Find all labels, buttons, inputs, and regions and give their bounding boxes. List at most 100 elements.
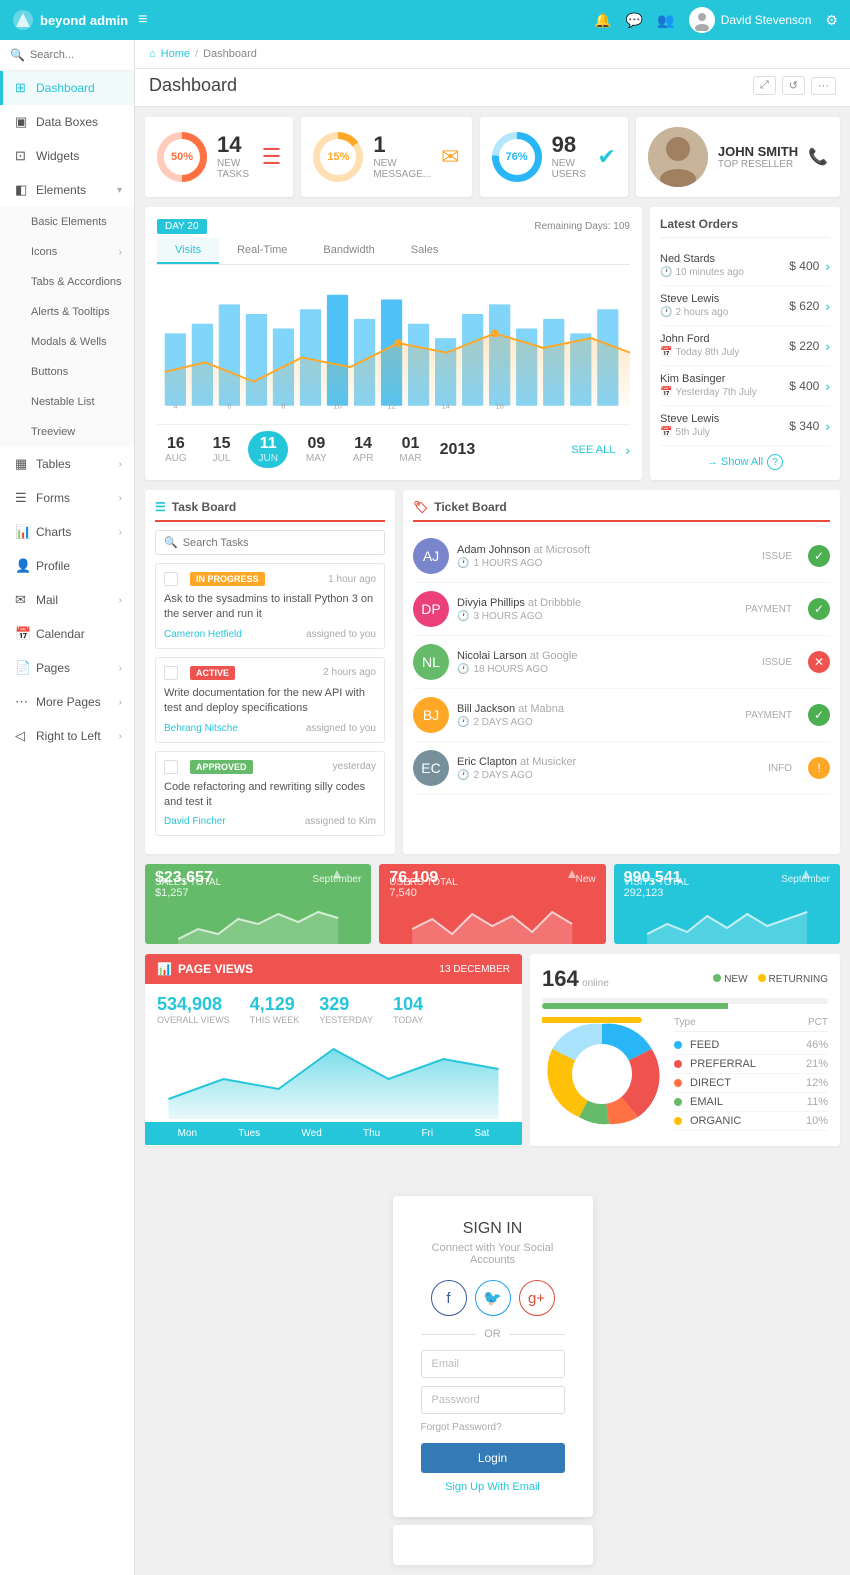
chart-date-aug[interactable]: 16 AUG (157, 433, 195, 466)
sidebar-item-icons[interactable]: Icons › (0, 237, 134, 267)
task-author-2: Behrang Nitsche (164, 723, 238, 734)
sidebar-item-elements[interactable]: ◧ Elements ▾ (0, 173, 134, 207)
stat-number-tasks: 14 (217, 134, 252, 156)
task-badge-2: ACTIVE (190, 666, 235, 680)
task-checkbox-3[interactable] (164, 760, 178, 774)
sidebar-item-dashboard[interactable]: ⊞ Dashboard (0, 71, 134, 105)
forgot-password-link[interactable]: Forgot Password? (421, 1422, 565, 1433)
email-input[interactable] (421, 1350, 565, 1378)
signin-title: SIGN IN (421, 1220, 565, 1238)
chart-date-jun[interactable]: 11 JUN (248, 431, 287, 468)
mini-stat-users: Users Total New 76,109 7,540 (379, 864, 605, 944)
sidebar-item-tables[interactable]: ▦ Tables › (0, 447, 134, 481)
sidebar-label-data-boxes: Data Boxes (36, 115, 98, 129)
chart-nav-arrow[interactable]: › (625, 442, 630, 458)
order-item-john: John Ford 📅 Today 8th July $ 220 › (660, 326, 830, 366)
tab-visits[interactable]: Visits (157, 238, 219, 264)
sidebar-item-more-pages[interactable]: ⋯ More Pages › (0, 685, 134, 719)
sidebar-item-forms[interactable]: ☰ Forms › (0, 481, 134, 515)
sidebar-item-widgets[interactable]: ⊡ Widgets (0, 139, 134, 173)
task-checkbox-1[interactable] (164, 572, 178, 586)
google-plus-btn[interactable]: g+ (519, 1280, 555, 1316)
expand-btn[interactable]: ⤢ (753, 76, 776, 95)
sidebar-item-nestable[interactable]: Nestable List (0, 387, 134, 417)
chart-date-apr[interactable]: 14 APR (345, 433, 382, 466)
sidebar-label-pages: Pages (36, 661, 70, 675)
elements-icon: ◧ (15, 182, 29, 198)
users-icon[interactable]: 👥 (657, 12, 674, 29)
social-buttons: f 🐦 g+ (421, 1280, 565, 1316)
tab-realtime[interactable]: Real-Time (219, 238, 305, 264)
show-all-link[interactable]: → Show All ? (660, 454, 830, 470)
sidebar-item-pages[interactable]: 📄 Pages › (0, 651, 134, 685)
sidebar-item-tabs[interactable]: Tabs & Accordions (0, 267, 134, 297)
pv-week-num: 4,129 (250, 994, 300, 1015)
order-arrow-steve[interactable]: › (825, 298, 830, 314)
sidebar-item-basic-elements[interactable]: Basic Elements (0, 207, 134, 237)
sidebar-item-mail[interactable]: ✉ Mail › (0, 583, 134, 617)
legend-new: NEW (724, 974, 747, 985)
donut-pct-header: PCT (808, 1017, 828, 1028)
tab-sales[interactable]: Sales (393, 238, 457, 264)
sidebar-item-data-boxes[interactable]: ▣ Data Boxes (0, 105, 134, 139)
sidebar-item-treeview[interactable]: Treeview (0, 417, 134, 447)
tab-bandwidth[interactable]: Bandwidth (305, 238, 392, 264)
sidebar-search-input[interactable] (30, 49, 124, 61)
task-search: 🔍 (155, 530, 385, 555)
app-logo[interactable]: beyond admin (12, 9, 128, 31)
more-btn[interactable]: ··· (811, 77, 836, 95)
sidebar-label-calendar: Calendar (36, 627, 85, 641)
ticket-item-eric: EC Eric Clapton at Musicker 🕐 2 DAYS AGO… (413, 742, 830, 795)
order-arrow-kim[interactable]: › (825, 378, 830, 394)
task-search-input[interactable] (183, 537, 376, 549)
ticket-name-bill: Bill Jackson at Mabna (457, 703, 729, 715)
settings-icon[interactable]: ⚙ (825, 12, 838, 29)
breadcrumb-home[interactable]: Home (161, 48, 190, 60)
users-check-icon: ✔ (597, 144, 615, 170)
twitter-btn[interactable]: 🐦 (475, 1280, 511, 1316)
order-arrow-ned[interactable]: › (825, 258, 830, 274)
chart-see-all[interactable]: SEE ALL (571, 444, 615, 456)
signup-link[interactable]: Sign Up With Email (421, 1481, 565, 1493)
task-text-2: Write documentation for the new API with… (164, 686, 376, 717)
sidebar-item-buttons[interactable]: Buttons (0, 357, 134, 387)
mini-chart-users (379, 904, 605, 944)
pv-yesterday-num: 329 (319, 994, 373, 1015)
stat-circle-tasks: 50% (157, 132, 207, 182)
ticket-status-adam: ✓ (808, 545, 830, 567)
hamburger-menu[interactable]: ≡ (138, 11, 147, 29)
alert-icon[interactable]: 🔔 (594, 12, 611, 29)
sidebar-item-modals[interactable]: Modals & Wells (0, 327, 134, 357)
refresh-btn[interactable]: ↺ (782, 76, 805, 95)
sidebar-item-charts[interactable]: 📊 Charts › (0, 515, 134, 549)
ticket-status-bill: ✓ (808, 704, 830, 726)
task-checkbox-2[interactable] (164, 666, 178, 680)
order-arrow-john[interactable]: › (825, 338, 830, 354)
chat-icon[interactable]: 💬 (626, 12, 643, 29)
chevron-right-icon6: › (119, 663, 122, 674)
task-board-title: ☰ Task Board (155, 500, 385, 522)
sidebar-item-alerts[interactable]: Alerts & Tooltips (0, 297, 134, 327)
pv-yesterday-label: YESTERDAY (319, 1015, 373, 1025)
donut-table-header: Type PCT (674, 1017, 828, 1032)
chevron-down-icon: ▾ (117, 185, 122, 196)
chart-date-mar[interactable]: 01 MAR (391, 433, 429, 466)
facebook-btn[interactable]: f (431, 1280, 467, 1316)
chart-year: 2013 (440, 441, 476, 459)
pv-week-label: THIS WEEK (250, 1015, 300, 1025)
chart-date-may[interactable]: 09 MAY (298, 433, 335, 466)
sidebar-label-treeview: Treeview (31, 426, 75, 438)
sidebar-item-calendar[interactable]: 📅 Calendar (0, 617, 134, 651)
order-meta-ned: 🕐 10 minutes ago (660, 267, 789, 278)
sidebar-item-rtl[interactable]: ◁ Right to Left › (0, 719, 134, 753)
user-menu[interactable]: David Stevenson (689, 7, 812, 33)
login-button[interactable]: Login (421, 1443, 565, 1473)
reseller-role: TOP RESELLER (718, 159, 798, 170)
boards-section: ☰ Task Board 🔍 IN PROGRESS (145, 490, 840, 854)
page-views-card: 📊 PAGE VIEWS 13 DECEMBER 534,908 OVERALL… (145, 954, 522, 1146)
sidebar-item-profile[interactable]: 👤 Profile (0, 549, 134, 583)
task-badge-1: IN PROGRESS (190, 572, 265, 586)
chart-date-jul[interactable]: 15 JUL (205, 433, 239, 466)
order-arrow-steve2[interactable]: › (825, 418, 830, 434)
password-input[interactable] (421, 1386, 565, 1414)
